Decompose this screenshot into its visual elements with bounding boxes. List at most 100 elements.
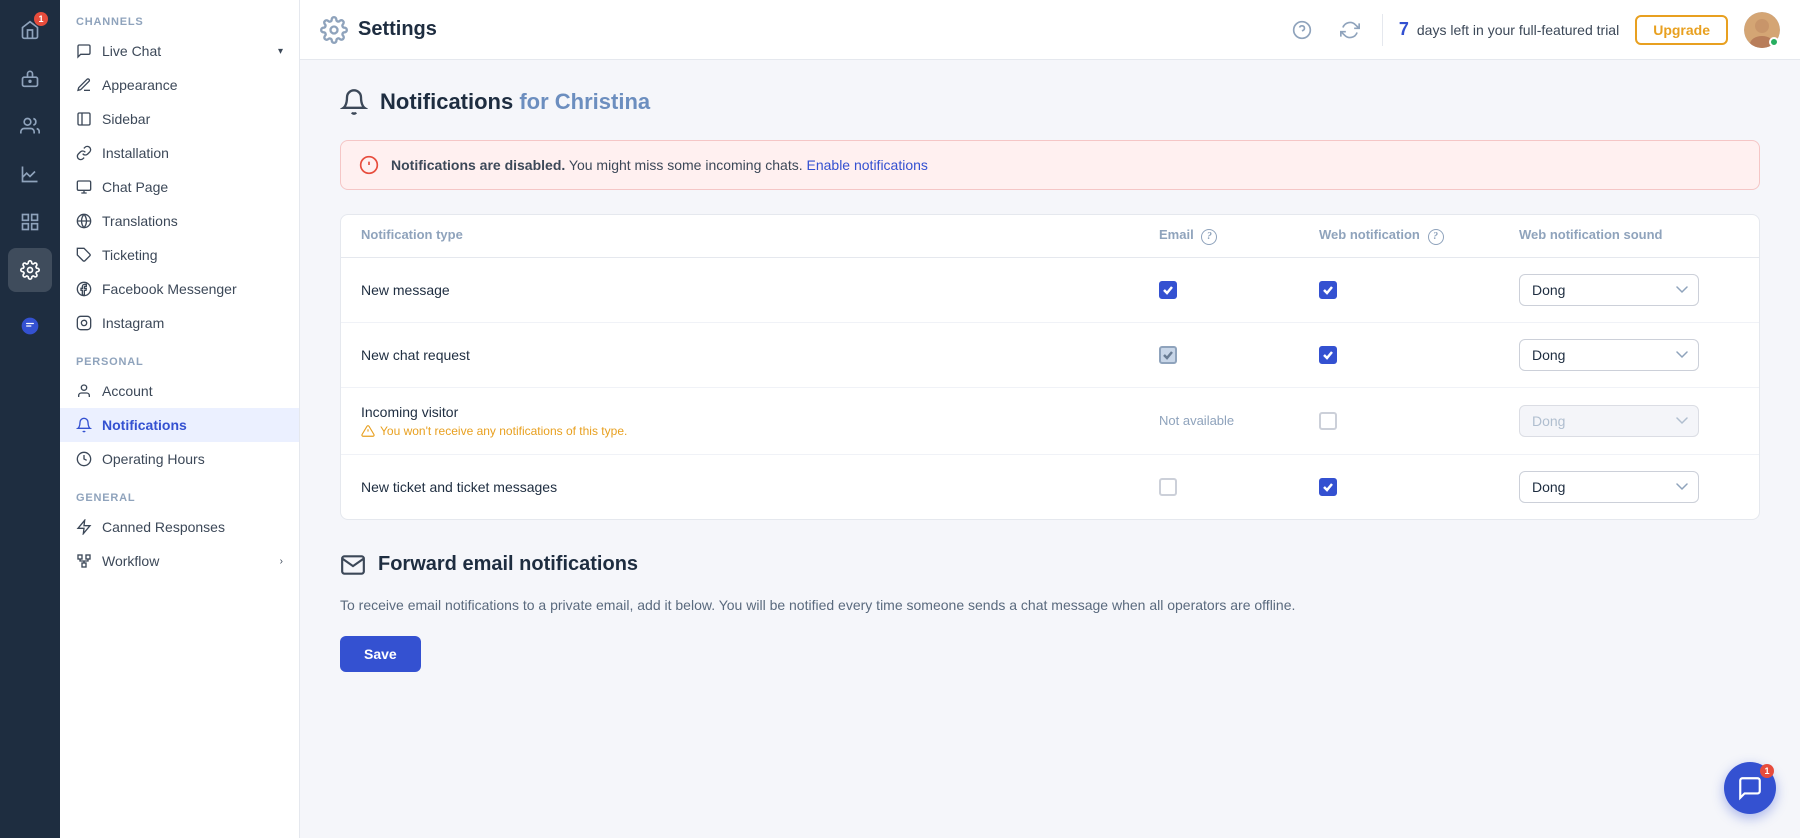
- channels-section-label: CHANNELS: [60, 0, 299, 34]
- sidebar-item-label: Operating Hours: [102, 451, 205, 467]
- sidebar-item-label: Appearance: [102, 77, 178, 93]
- email-checkbox-partial[interactable]: [1159, 346, 1177, 364]
- page-title: Notifications for Christina: [380, 89, 650, 115]
- refresh-btn[interactable]: [1334, 14, 1366, 46]
- header-title: Settings: [358, 18, 437, 41]
- sidebar-item-label: Account: [102, 383, 153, 399]
- sound-select-cell: Dong Ding None: [1519, 471, 1739, 503]
- sidebar-item-canned-responses[interactable]: Canned Responses: [60, 510, 299, 544]
- sidebar-item-notifications[interactable]: Notifications: [60, 408, 299, 442]
- page-title-bell-icon: [340, 88, 368, 116]
- workflow-chevron-icon: ›: [280, 556, 283, 567]
- nav-apps-btn[interactable]: [8, 200, 52, 244]
- sidebar-item-workflow[interactable]: Workflow ›: [60, 544, 299, 578]
- web-checkbox-cell: [1319, 412, 1519, 430]
- web-checkbox[interactable]: [1319, 281, 1337, 299]
- sidebar-item-label: Translations: [102, 213, 178, 229]
- sidebar-item-ticketing[interactable]: Ticketing: [60, 238, 299, 272]
- sidebar-item-label: Canned Responses: [102, 519, 225, 535]
- nav-contacts-btn[interactable]: [8, 104, 52, 148]
- sound-select[interactable]: Dong Ding None: [1519, 339, 1699, 371]
- chat-bubble-badge: 1: [1760, 764, 1774, 778]
- general-section-label: GENERAL: [60, 476, 299, 510]
- web-checkbox[interactable]: [1319, 346, 1337, 364]
- enable-notifications-link[interactable]: Enable notifications: [807, 157, 928, 173]
- chat-bubble-button[interactable]: 1: [1724, 762, 1776, 814]
- upgrade-button[interactable]: Upgrade: [1635, 15, 1728, 45]
- trial-days: 7: [1399, 19, 1409, 40]
- icon-bar: 1: [0, 0, 60, 838]
- sidebar-item-translations[interactable]: Translations: [60, 204, 299, 238]
- alert-text: Notifications are disabled. You might mi…: [391, 157, 928, 173]
- table-row: New chat request Dong Ding No: [341, 323, 1759, 388]
- online-status-dot: [1769, 37, 1779, 47]
- table-header: Notification type Email ? Web notificati…: [341, 215, 1759, 258]
- chat-bubble-icon: [1737, 775, 1763, 801]
- sidebar-item-label: Ticketing: [102, 247, 158, 263]
- nav-bot-btn[interactable]: [8, 56, 52, 100]
- col-email-header: Email ?: [1159, 227, 1319, 245]
- sidebar-item-instagram[interactable]: Instagram: [60, 306, 299, 340]
- sidebar-item-label: Installation: [102, 145, 169, 161]
- web-checkbox[interactable]: [1319, 478, 1337, 496]
- sidebar-item-live-chat[interactable]: Live Chat ▾: [60, 34, 299, 68]
- table-row: New message Dong: [341, 258, 1759, 323]
- sidebar-item-appearance[interactable]: Appearance: [60, 68, 299, 102]
- header-icons: 7 days left in your full-featured trial …: [1286, 12, 1780, 48]
- home-badge: 1: [34, 12, 48, 26]
- web-info-icon[interactable]: ?: [1428, 229, 1444, 245]
- email-checkbox-wrap: [1159, 281, 1177, 299]
- notif-warning: You won't receive any notifications of t…: [361, 424, 1159, 438]
- sidebar-item-label: Chat Page: [102, 179, 168, 195]
- notifications-disabled-alert: Notifications are disabled. You might mi…: [340, 140, 1760, 190]
- trial-label: days left in your full-featured trial: [1417, 22, 1619, 38]
- save-button[interactable]: Save: [340, 636, 421, 672]
- sidebar-item-sidebar[interactable]: Sidebar: [60, 102, 299, 136]
- user-avatar-area[interactable]: [1744, 12, 1780, 48]
- sound-select-cell-disabled: Dong: [1519, 405, 1739, 437]
- col-type-header: Notification type: [361, 227, 1159, 245]
- email-forward-icon: [340, 552, 366, 578]
- web-checkbox-cell: [1319, 478, 1519, 496]
- sidebar-item-label: Sidebar: [102, 111, 150, 127]
- email-checkbox-unchecked[interactable]: [1159, 478, 1177, 496]
- help-btn[interactable]: [1286, 14, 1318, 46]
- email-checkbox-cell: [1159, 281, 1319, 299]
- notif-type-label: New ticket and ticket messages: [361, 479, 1159, 495]
- email-checkbox[interactable]: [1159, 281, 1177, 299]
- not-available-label: Not available: [1159, 413, 1234, 428]
- forward-email-title-row: Forward email notifications: [340, 552, 1760, 578]
- nav-chatwoot-btn[interactable]: [8, 304, 52, 348]
- sidebar-item-account[interactable]: Account: [60, 374, 299, 408]
- main-area: Settings 7 days left in your full-featur…: [300, 0, 1800, 838]
- personal-section-label: PERSONAL: [60, 340, 299, 374]
- sidebar: CHANNELS Live Chat ▾ Appearance Sidebar …: [60, 0, 300, 838]
- sound-select-disabled[interactable]: Dong: [1519, 405, 1699, 437]
- web-checkbox-unchecked[interactable]: [1319, 412, 1337, 430]
- trial-area: 7 days left in your full-featured trial: [1399, 19, 1619, 40]
- table-row: New ticket and ticket messages Dong Ding: [341, 455, 1759, 519]
- notif-type-label: New chat request: [361, 347, 1159, 363]
- notif-type-label: Incoming visitor You won't receive any n…: [361, 404, 1159, 438]
- page-title-suffix: for Christina: [519, 89, 650, 114]
- nav-home-btn[interactable]: 1: [8, 8, 52, 52]
- forward-section-desc: To receive email notifications to a priv…: [340, 594, 1760, 616]
- sidebar-item-operating-hours[interactable]: Operating Hours: [60, 442, 299, 476]
- sidebar-item-installation[interactable]: Installation: [60, 136, 299, 170]
- nav-settings-btn[interactable]: [8, 248, 52, 292]
- sidebar-item-label: Workflow: [102, 553, 159, 569]
- sidebar-item-chat-page[interactable]: Chat Page: [60, 170, 299, 204]
- sidebar-item-facebook[interactable]: Facebook Messenger: [60, 272, 299, 306]
- col-web-header: Web notification ?: [1319, 227, 1519, 245]
- notifications-table: Notification type Email ? Web notificati…: [340, 214, 1760, 520]
- page-title-row: Notifications for Christina: [340, 88, 1760, 116]
- not-available-cell: Not available: [1159, 413, 1319, 428]
- header-logo: Settings: [320, 16, 437, 44]
- col-sound-header: Web notification sound: [1519, 227, 1739, 245]
- sound-select[interactable]: Dong Ding None: [1519, 274, 1699, 306]
- sound-select-cell: Dong Ding None: [1519, 274, 1739, 306]
- email-info-icon[interactable]: ?: [1201, 229, 1217, 245]
- sound-select[interactable]: Dong Ding None: [1519, 471, 1699, 503]
- nav-reports-btn[interactable]: [8, 152, 52, 196]
- chevron-icon: ▾: [278, 46, 283, 57]
